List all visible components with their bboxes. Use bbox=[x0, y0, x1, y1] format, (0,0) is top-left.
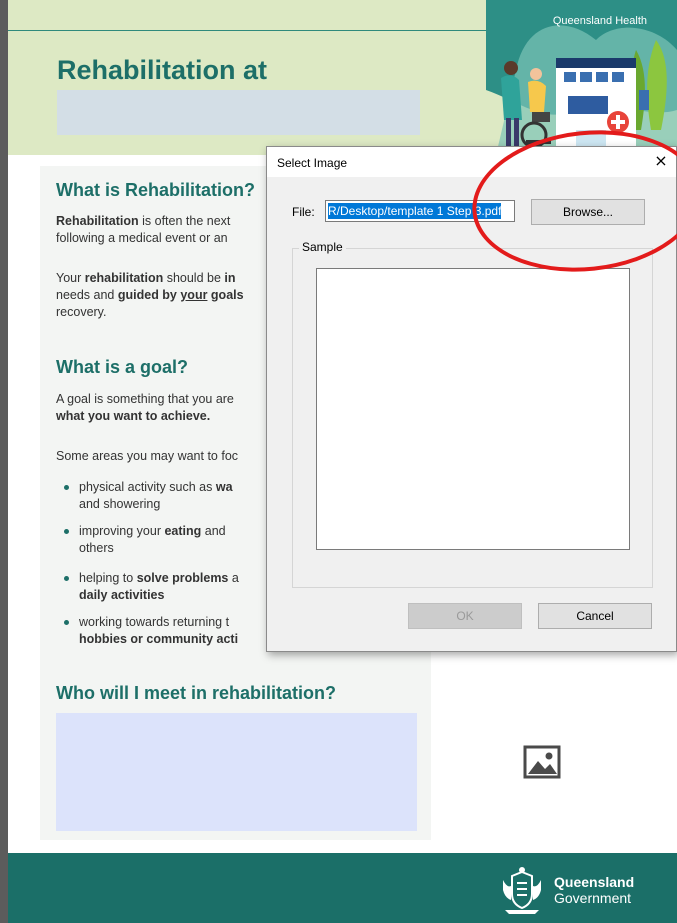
section1-paragraph2: Your rehabilitation should be in needs a… bbox=[56, 270, 244, 321]
sample-preview bbox=[316, 268, 630, 550]
bullet-text: working towards returning t hobbies or c… bbox=[79, 614, 238, 648]
dialog-titlebar[interactable]: Select Image × bbox=[267, 147, 676, 177]
text-span: others bbox=[79, 541, 114, 555]
bullet-dot bbox=[64, 576, 69, 581]
text-span: should be bbox=[163, 271, 225, 285]
select-image-dialog: Select Image × File: R/Desktop/template … bbox=[266, 146, 677, 652]
team-placeholder-field[interactable] bbox=[56, 713, 417, 831]
cancel-button[interactable]: Cancel bbox=[538, 603, 652, 629]
section2-paragraph1: A goal is something that you are what yo… bbox=[56, 391, 234, 425]
sample-label: Sample bbox=[299, 240, 346, 254]
viewer-left-edge bbox=[0, 0, 8, 923]
footer-gov-subtitle: Government bbox=[554, 890, 632, 906]
section-heading-goal: What is a goal? bbox=[56, 357, 189, 377]
bullet-dot bbox=[64, 485, 69, 490]
text-span: A goal is something that you are bbox=[56, 392, 234, 406]
text-span: is often the next bbox=[138, 214, 231, 228]
text-bold: goals bbox=[207, 288, 244, 302]
bullet-dot bbox=[64, 529, 69, 534]
text-bold: Rehabilitation bbox=[56, 214, 139, 228]
text-span: following a medical event or an bbox=[56, 231, 228, 245]
section-heading-rehabilitation: What is Rehabilitation? bbox=[56, 180, 256, 200]
bullet-dot bbox=[64, 620, 69, 625]
text-span: helping to bbox=[79, 571, 137, 585]
text-bold: daily activities bbox=[79, 588, 165, 602]
text-span: needs and bbox=[56, 288, 118, 302]
text-bold: hobbies or community acti bbox=[79, 632, 239, 646]
text-bold: guided by bbox=[117, 288, 181, 302]
bullet-text: helping to solve problems a daily activi… bbox=[79, 570, 239, 604]
text-span: and bbox=[201, 524, 226, 538]
text-span: and showering bbox=[79, 497, 161, 511]
text-bold-underline: your bbox=[180, 288, 208, 302]
file-path-input[interactable]: R/Desktop/template 1 Step 3.pdf bbox=[325, 200, 515, 222]
ok-button[interactable]: OK bbox=[408, 603, 522, 629]
file-path-selected-text: R/Desktop/template 1 Step 3.pdf bbox=[328, 203, 502, 219]
section-heading-who: Who will I meet in rehabilitation? bbox=[56, 683, 337, 703]
text-bold: solve problems bbox=[136, 571, 229, 585]
text-span: improving your bbox=[79, 524, 165, 538]
title-placeholder-field[interactable] bbox=[57, 90, 420, 135]
text-bold: wa bbox=[215, 480, 233, 494]
text-span: Your bbox=[56, 271, 85, 285]
text-bold: what you want to achieve. bbox=[56, 409, 211, 423]
browse-button[interactable]: Browse... bbox=[531, 199, 645, 225]
bullet-text: physical activity such as wa and showeri… bbox=[79, 479, 233, 513]
text-span: a bbox=[228, 571, 239, 585]
section1-paragraph1: Rehabilitation is often the next followi… bbox=[56, 213, 230, 247]
text-span: physical activity such as bbox=[79, 480, 216, 494]
queensland-crest-icon bbox=[503, 867, 541, 914]
file-label: File: bbox=[292, 205, 315, 219]
header-org-label: Queensland Health bbox=[552, 15, 647, 27]
dialog-title: Select Image bbox=[277, 156, 348, 170]
footer-gov-name: Queensland bbox=[554, 874, 635, 890]
text-span: recovery. bbox=[56, 305, 107, 319]
text-bold: eating bbox=[164, 524, 202, 538]
bullet-text: improving your eating and others bbox=[79, 523, 226, 557]
close-icon[interactable]: × bbox=[650, 150, 672, 172]
text-bold: in bbox=[224, 271, 236, 285]
image-placeholder-icon[interactable] bbox=[523, 745, 561, 779]
section2-paragraph2: Some areas you may want to foc bbox=[56, 449, 239, 463]
page-title: Rehabilitation at bbox=[57, 55, 268, 85]
text-span: working towards returning t bbox=[79, 615, 230, 629]
text-bold: rehabilitation bbox=[84, 271, 164, 285]
